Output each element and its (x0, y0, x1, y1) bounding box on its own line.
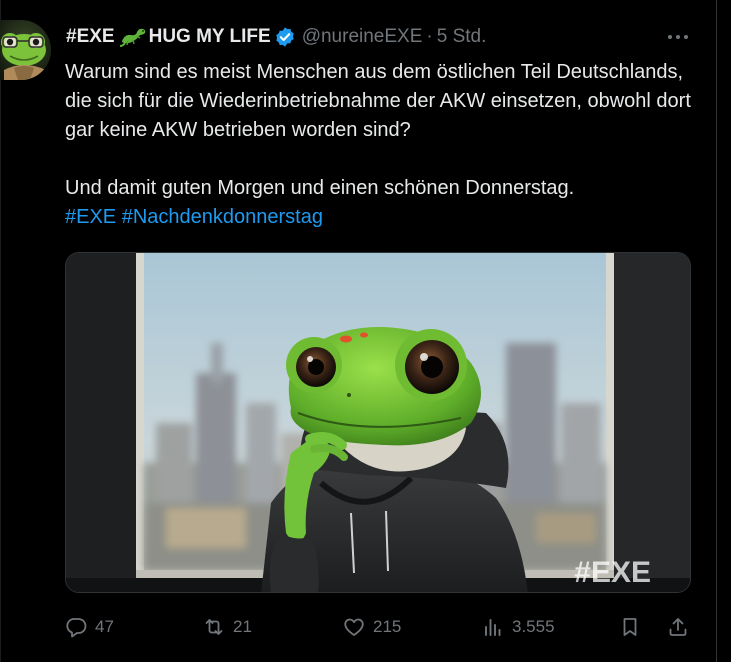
column-divider (716, 0, 717, 662)
media-watermark: #EXE (574, 556, 651, 589)
tweet-hashtags: #EXE #Nachdenkdonnerstag (65, 203, 705, 232)
author-handle[interactable]: @nureineEXE (302, 26, 423, 48)
header-separator: · (426, 26, 433, 47)
reply-count: 47 (95, 617, 114, 636)
more-options-icon[interactable] (664, 26, 692, 48)
lizard-emoji-icon (119, 26, 147, 48)
gecko-avatar-image (0, 20, 51, 80)
hashtag-link[interactable]: #EXE (65, 206, 116, 228)
tweet-text-paragraph-2: Und damit guten Morgen und einen schönen… (65, 177, 575, 199)
display-name-prefix: #EXE (66, 26, 115, 47)
share-button[interactable] (666, 612, 690, 642)
view-count: 3.555 (512, 617, 555, 636)
tweet-actions-bar: 47 21 215 3.555 (64, 612, 694, 642)
views-button[interactable]: 3.555 (481, 612, 555, 642)
author-display-name[interactable]: #EXE (66, 26, 115, 48)
thread-line (0, 0, 1, 662)
display-name-suffix[interactable]: HUG MY LIFE (149, 26, 271, 48)
tweet-timestamp[interactable]: 5 Std. (437, 26, 487, 48)
hashtag-link[interactable]: #Nachdenkdonnerstag (122, 206, 323, 228)
bookmark-button[interactable] (618, 612, 642, 642)
verified-badge-icon[interactable] (274, 26, 296, 48)
tweet-header: #EXE HUG MY LIFE @nureineEXE · 5 Std. (66, 24, 486, 50)
tweet-media-image[interactable]: #EXE (65, 252, 691, 593)
tweet-text: Warum sind es meist Menschen aus dem öst… (65, 58, 705, 232)
retweet-count: 21 (233, 617, 252, 636)
reply-button[interactable]: 47 (64, 612, 114, 642)
author-avatar[interactable] (0, 20, 51, 80)
tweet-text-paragraph-1: Warum sind es meist Menschen aus dem öst… (65, 61, 691, 141)
like-count: 215 (373, 617, 402, 636)
gecko-window-illustration: #EXE (66, 253, 690, 592)
retweet-button[interactable]: 21 (202, 612, 252, 642)
analytics-bar-icon (485, 619, 501, 636)
like-button[interactable]: 215 (342, 612, 401, 642)
heart-icon (344, 618, 364, 636)
share-icon (669, 618, 687, 636)
bookmark-icon (623, 618, 637, 636)
reply-icon (66, 618, 87, 638)
retweet-icon (205, 619, 223, 635)
